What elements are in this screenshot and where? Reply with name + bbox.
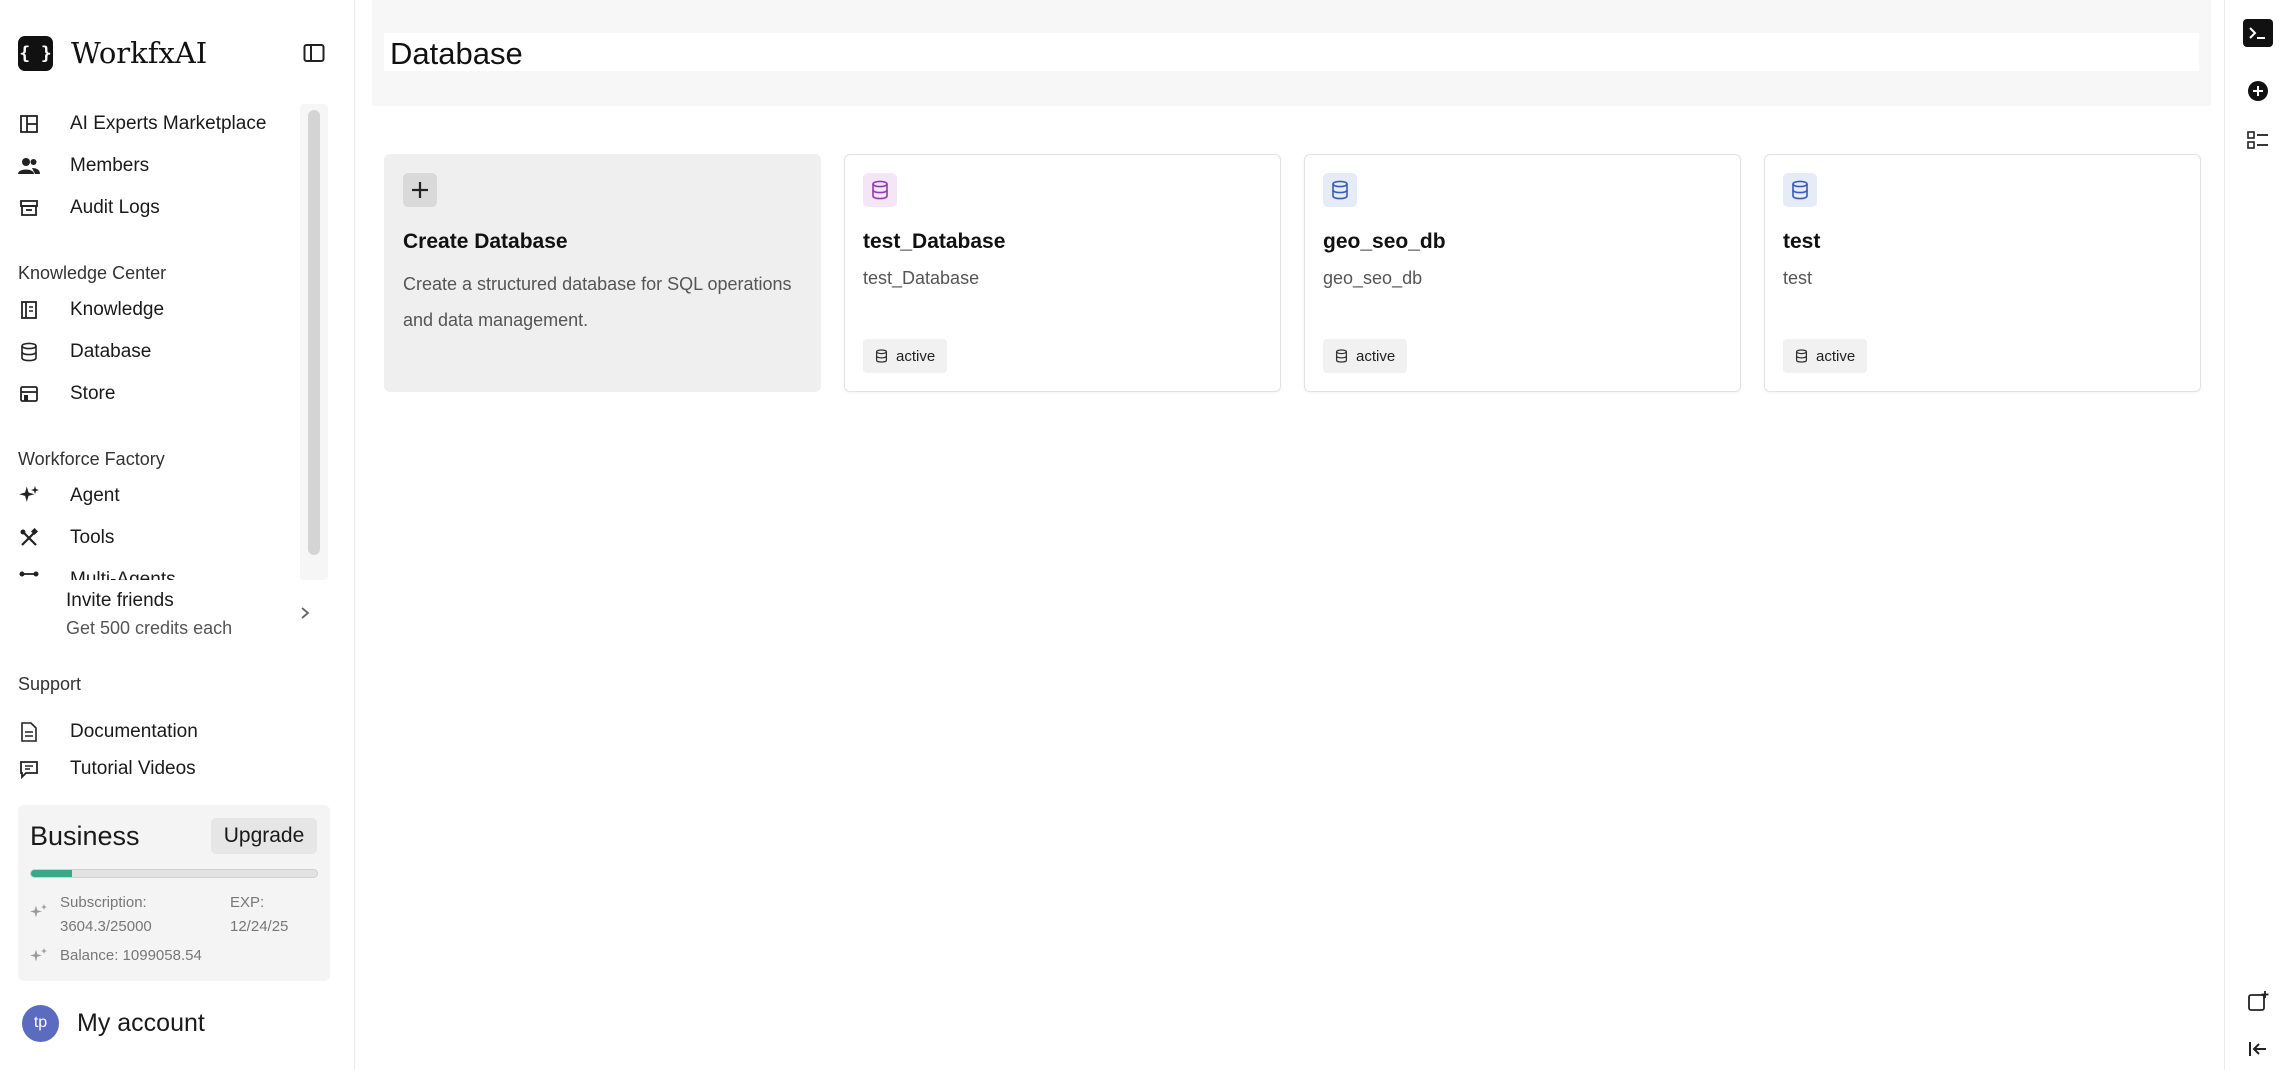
sparkles-icon bbox=[18, 485, 40, 507]
sidebar-nav: AI Experts Marketplace Members Audit Log… bbox=[0, 104, 330, 580]
card-title: geo_seo_db bbox=[1323, 230, 1446, 253]
invite-subtitle: Get 500 credits each bbox=[66, 618, 233, 638]
database-icon bbox=[1335, 349, 1348, 363]
subscription-progress-fill bbox=[31, 870, 73, 877]
database-card[interactable]: geo_seo_db geo_seo_db active bbox=[1304, 154, 1741, 392]
database-icon bbox=[1323, 173, 1357, 207]
status-badge: active bbox=[1783, 339, 1868, 373]
plan-card: Business Upgrade Subscription: 3604.3/25… bbox=[18, 805, 330, 981]
sidebar-item-members[interactable]: Members bbox=[18, 146, 149, 186]
sidebar-item-label: Documentation bbox=[70, 721, 198, 742]
terminal-icon[interactable] bbox=[2243, 18, 2273, 48]
sidebar-item-label: Audit Logs bbox=[70, 197, 160, 218]
multi-agents-icon bbox=[18, 569, 40, 580]
invite-friends[interactable]: Invite friends Get 500 credits each bbox=[66, 590, 326, 640]
video-icon bbox=[18, 758, 40, 780]
sidebar-item-label: AI Experts Marketplace bbox=[70, 113, 267, 134]
avatar: tp bbox=[22, 1004, 59, 1042]
upgrade-button[interactable]: Upgrade bbox=[211, 818, 317, 854]
status-label: active bbox=[1356, 347, 1396, 365]
store-icon bbox=[18, 383, 40, 405]
sidebar-item-store[interactable]: Store bbox=[18, 374, 115, 414]
database-card[interactable]: test test active bbox=[1764, 154, 2201, 392]
marketplace-icon bbox=[18, 113, 40, 135]
brand[interactable]: { } WorkfxAI bbox=[18, 35, 207, 71]
subscription-value: 3604.3/25000 bbox=[60, 918, 152, 935]
database-icon bbox=[18, 341, 40, 363]
sidebar-item-label: Agent bbox=[70, 485, 120, 506]
document-icon bbox=[18, 721, 40, 743]
status-badge: active bbox=[863, 339, 948, 373]
card-subtitle: test bbox=[1783, 268, 1813, 288]
page-header: Database bbox=[372, 0, 2211, 106]
plus-icon bbox=[403, 173, 437, 207]
sidebar-item-knowledge[interactable]: Knowledge bbox=[18, 290, 164, 330]
main-content: Database Create Database Create a struct… bbox=[356, 0, 2224, 1070]
sidebar: { } WorkfxAI AI Experts Marketplace Memb… bbox=[0, 0, 355, 1070]
collapse-left-icon[interactable] bbox=[2243, 1034, 2273, 1064]
database-icon bbox=[1783, 173, 1817, 207]
checklist-icon[interactable] bbox=[2243, 125, 2273, 155]
database-icon bbox=[875, 349, 888, 363]
section-title-knowledge-center: Knowledge Center bbox=[18, 263, 167, 283]
sparkles-icon bbox=[30, 947, 48, 965]
invite-title: Invite friends bbox=[66, 590, 174, 611]
new-window-icon[interactable] bbox=[2243, 986, 2273, 1016]
card-title: test_Database bbox=[863, 230, 1006, 253]
book-icon bbox=[18, 299, 40, 321]
card-subtitle: geo_seo_db bbox=[1323, 268, 1423, 288]
card-subtitle: test_Database bbox=[863, 268, 980, 288]
sidebar-item-audit-logs[interactable]: Audit Logs bbox=[18, 188, 160, 228]
card-title: test bbox=[1783, 230, 1821, 253]
status-badge: active bbox=[1323, 339, 1408, 373]
account-menu[interactable]: tp My account bbox=[22, 1004, 205, 1042]
subscription-progress-bar bbox=[30, 869, 318, 878]
sidebar-item-multi-agents[interactable]: Multi-Agents bbox=[18, 560, 176, 580]
tools-icon bbox=[18, 527, 40, 549]
brand-name: WorkfxAI bbox=[71, 36, 208, 70]
sidebar-toggle-icon[interactable] bbox=[302, 41, 326, 65]
database-icon bbox=[863, 173, 897, 207]
card-title: Create Database bbox=[403, 230, 568, 253]
chevron-right-icon[interactable] bbox=[298, 603, 312, 623]
sidebar-item-label: Tools bbox=[70, 527, 115, 548]
members-icon bbox=[18, 155, 40, 177]
sidebar-item-label: Members bbox=[70, 155, 150, 176]
page-title-box: Database bbox=[384, 33, 2199, 71]
account-label: My account bbox=[77, 1008, 205, 1037]
balance: Balance: 1099058.54 bbox=[60, 947, 202, 964]
section-title-support: Support bbox=[18, 674, 82, 694]
subscription-label: Subscription: bbox=[60, 894, 147, 911]
create-database-card[interactable]: Create Database Create a structured data… bbox=[384, 154, 821, 392]
archive-icon bbox=[18, 197, 40, 219]
expiry-label: EXP: bbox=[230, 894, 265, 911]
sidebar-item-label: Knowledge bbox=[70, 299, 165, 320]
right-rail bbox=[2224, 0, 2288, 1070]
sidebar-item-documentation[interactable]: Documentation bbox=[18, 712, 198, 752]
sidebar-item-tutorial-videos[interactable]: Tutorial Videos bbox=[18, 749, 196, 789]
plan-name: Business bbox=[30, 821, 140, 851]
sidebar-item-tools[interactable]: Tools bbox=[18, 518, 114, 558]
sidebar-item-label: Multi-Agents bbox=[70, 569, 176, 580]
sidebar-item-label: Tutorial Videos bbox=[70, 758, 196, 779]
sidebar-item-agent[interactable]: Agent bbox=[18, 476, 120, 516]
status-label: active bbox=[896, 347, 936, 365]
status-label: active bbox=[1816, 347, 1856, 365]
card-description: Create a structured database for SQL ope… bbox=[403, 274, 792, 330]
sidebar-item-label: Database bbox=[70, 341, 152, 362]
database-card[interactable]: test_Database test_Database active bbox=[844, 154, 1281, 392]
add-circle-icon[interactable] bbox=[2243, 76, 2273, 106]
section-title-workforce-factory: Workforce Factory bbox=[18, 449, 165, 469]
page-title: Database bbox=[390, 36, 523, 71]
expiry-value: 12/24/25 bbox=[230, 918, 289, 935]
database-icon bbox=[1795, 349, 1808, 363]
sidebar-item-ai-experts-marketplace[interactable]: AI Experts Marketplace bbox=[18, 104, 266, 144]
sidebar-item-database[interactable]: Database bbox=[18, 332, 151, 372]
brand-logo-icon: { } bbox=[18, 35, 53, 71]
sidebar-item-label: Store bbox=[70, 383, 116, 404]
sparkles-icon bbox=[30, 903, 48, 921]
